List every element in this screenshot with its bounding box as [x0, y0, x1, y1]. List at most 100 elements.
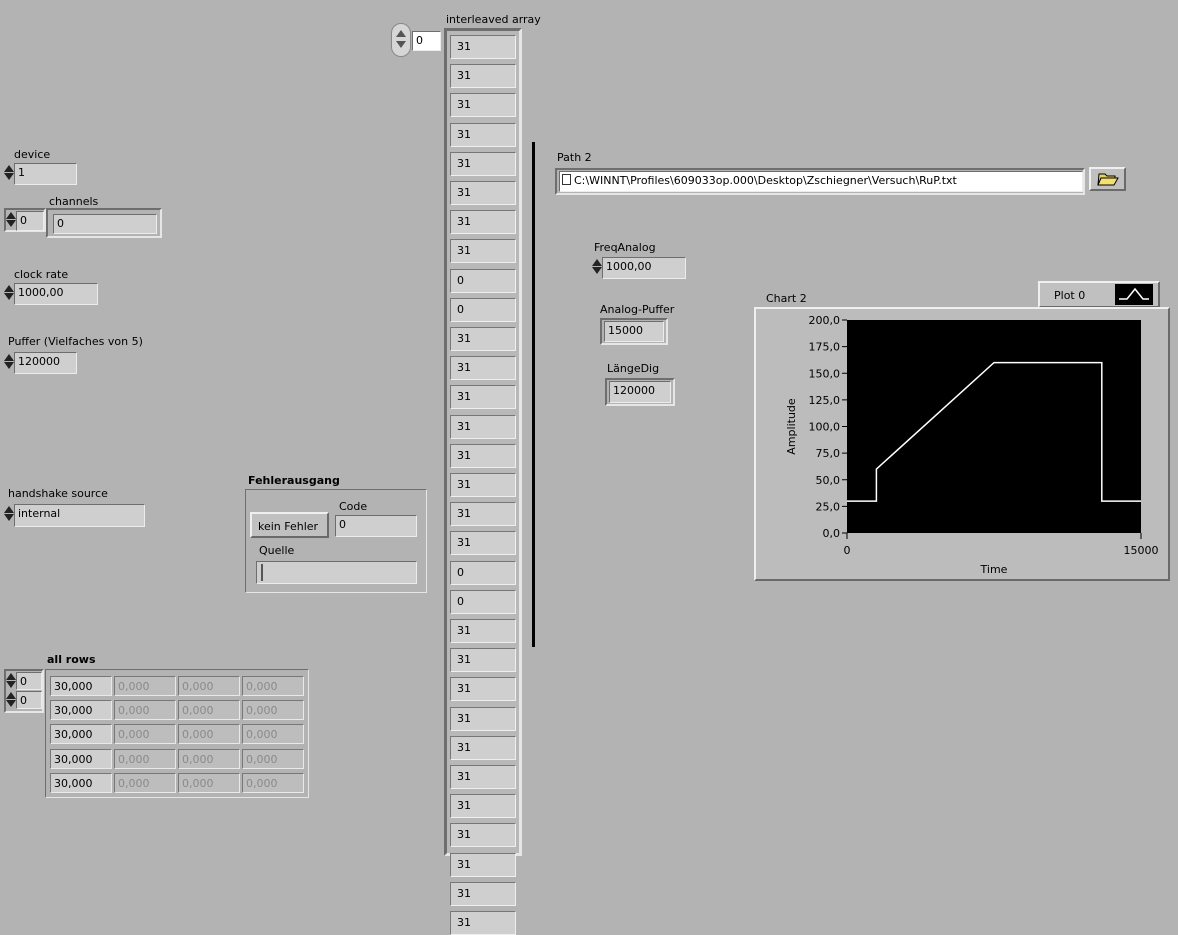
- all-rows-cell[interactable]: 0,000: [178, 700, 240, 721]
- interleaved-array-element[interactable]: 31: [450, 502, 516, 527]
- all-rows-row-index[interactable]: 0: [16, 672, 42, 690]
- all-rows-col-index[interactable]: 0: [16, 691, 42, 709]
- error-source-label: Quelle: [259, 544, 295, 557]
- interleaved-array-element[interactable]: 0: [450, 268, 516, 293]
- freq-analog-spinner[interactable]: [592, 258, 602, 275]
- handshake-field[interactable]: internal: [14, 504, 145, 527]
- chart-x-tick-label: 0: [844, 544, 851, 557]
- chart-y-tick-label: 125,0: [809, 394, 841, 407]
- chart-svg: 0,0 25,0 50,0 75,0 100,0 125,0 150,0 175,0 200,0…: [785, 314, 1159, 576]
- interleaved-index-field[interactable]: 0: [412, 31, 441, 51]
- channels-index-spinner[interactable]: [6, 211, 16, 228]
- interleaved-array-element[interactable]: 31: [450, 735, 516, 760]
- interleaved-array-element[interactable]: 0: [450, 560, 516, 585]
- interleaved-array-element[interactable]: 31: [450, 765, 516, 789]
- interleaved-array-element[interactable]: 0: [450, 297, 516, 322]
- all-rows-cell[interactable]: 30,000: [50, 772, 112, 793]
- all-rows-cell[interactable]: 30,000: [50, 676, 112, 696]
- interleaved-array-element[interactable]: 31: [450, 881, 516, 906]
- puffer-field[interactable]: 120000: [14, 352, 77, 374]
- interleaved-array-element[interactable]: 31: [450, 443, 516, 468]
- interleaved-array-element[interactable]: 31: [450, 122, 516, 147]
- all-rows-cell[interactable]: 0,000: [114, 772, 176, 793]
- analog-puffer-label: Analog-Puffer: [600, 303, 675, 316]
- all-rows-cell[interactable]: 0,000: [114, 700, 176, 721]
- freq-analog-field[interactable]: 1000,00: [602, 257, 686, 279]
- all-rows-cell[interactable]: 0,000: [178, 724, 240, 745]
- device-label: device: [14, 148, 51, 161]
- interleaved-array-element[interactable]: 31: [450, 414, 516, 439]
- error-status-indicator: kein Fehler: [250, 512, 329, 538]
- all-rows-cell[interactable]: 0,000: [114, 724, 176, 745]
- path2-field[interactable]: C:\WINNT\Profiles\609033op.000\Desktop\Z…: [559, 171, 1083, 192]
- path-type-icon: [562, 174, 571, 185]
- all-rows-cell[interactable]: 30,000: [50, 700, 112, 721]
- interleaved-array-element[interactable]: 31: [450, 531, 516, 556]
- interleaved-array-element[interactable]: 31: [450, 210, 516, 235]
- puffer-spinner[interactable]: [4, 353, 14, 370]
- chart-legend[interactable]: Plot 0: [1038, 281, 1160, 308]
- analog-puffer-field: 15000: [604, 321, 664, 342]
- all-rows-cell[interactable]: 0,000: [242, 700, 304, 721]
- device-spinner[interactable]: [4, 164, 14, 181]
- folder-open-icon: [1097, 173, 1119, 186]
- device-field[interactable]: 1: [14, 163, 77, 185]
- channels-index-field[interactable]: 0: [16, 211, 44, 231]
- interleaved-array-element[interactable]: 31: [450, 852, 516, 877]
- interleaved-array-element[interactable]: 31: [450, 64, 516, 89]
- all-rows-cell[interactable]: 0,000: [114, 676, 176, 696]
- clock-rate-spinner[interactable]: [4, 284, 14, 301]
- chart-y-tick-label: 100,0: [809, 421, 841, 434]
- all-rows-cell[interactable]: 0,000: [242, 724, 304, 745]
- all-rows-cell[interactable]: 0,000: [242, 748, 304, 769]
- chart-y-axis-label: Amplitude: [785, 398, 798, 455]
- clock-rate-field[interactable]: 1000,00: [14, 283, 98, 305]
- interleaved-array-element[interactable]: 31: [450, 473, 516, 497]
- all-rows-cell[interactable]: 30,000: [50, 748, 112, 769]
- channels-label: channels: [49, 195, 99, 208]
- all-rows-cell[interactable]: 0,000: [242, 676, 304, 696]
- interleaved-label: interleaved array: [446, 13, 541, 26]
- legend-plot-swatch: [1115, 284, 1153, 305]
- all-rows-cell[interactable]: 30,000: [50, 724, 112, 745]
- path2-value: C:\WINNT\Profiles\609033op.000\Desktop\Z…: [574, 174, 957, 187]
- handshake-spinner[interactable]: [4, 505, 14, 522]
- interleaved-array-element[interactable]: 31: [450, 93, 516, 118]
- interleaved-array-element[interactable]: 31: [450, 239, 516, 264]
- interleaved-array-element[interactable]: 31: [450, 151, 516, 176]
- interleaved-array-element[interactable]: 31: [450, 794, 516, 819]
- path2-browse-button[interactable]: [1089, 167, 1126, 191]
- interleaved-array-element[interactable]: 31: [450, 181, 516, 205]
- laenge-dig-label: LängeDig: [607, 362, 660, 375]
- interleaved-array-element[interactable]: 31: [450, 911, 516, 935]
- chart-plot-area: [847, 320, 1141, 533]
- all-rows-cell[interactable]: 0,000: [178, 772, 240, 793]
- interleaved-array-element[interactable]: 31: [450, 385, 516, 410]
- interleaved-array-element[interactable]: 31: [450, 706, 516, 731]
- interleaved-array-element[interactable]: 31: [450, 356, 516, 381]
- chart-x-tick-label: 15000: [1124, 544, 1159, 557]
- laenge-dig-field: 120000: [609, 381, 671, 403]
- chart-x-axis-label: Time: [980, 563, 1008, 576]
- chart-y-tick-label: 200,0: [809, 314, 841, 327]
- interleaved-array-element[interactable]: 31: [450, 327, 516, 351]
- path2-label: Path 2: [557, 151, 592, 164]
- interleaved-array-element[interactable]: 31: [450, 677, 516, 702]
- all-rows-row-spinner[interactable]: [6, 672, 16, 689]
- interleaved-index-spinner[interactable]: [391, 23, 411, 57]
- all-rows-col-spinner[interactable]: [6, 691, 16, 708]
- error-code-field[interactable]: 0: [335, 515, 417, 537]
- interleaved-array-element[interactable]: 31: [450, 35, 516, 59]
- interleaved-array-element[interactable]: 31: [450, 823, 516, 848]
- interleaved-array-element[interactable]: 31: [450, 648, 516, 673]
- interleaved-array-element[interactable]: 31: [450, 619, 516, 643]
- freq-analog-label: FreqAnalog: [594, 241, 656, 254]
- all-rows-cell[interactable]: 0,000: [114, 748, 176, 769]
- all-rows-cell[interactable]: 0,000: [178, 748, 240, 769]
- interleaved-array-element[interactable]: 0: [450, 589, 516, 614]
- channels-field[interactable]: 0: [53, 214, 157, 234]
- error-source-field[interactable]: [256, 561, 417, 584]
- puffer-label: Puffer (Vielfaches von 5): [8, 335, 143, 348]
- all-rows-cell[interactable]: 0,000: [178, 676, 240, 696]
- all-rows-cell[interactable]: 0,000: [242, 772, 304, 793]
